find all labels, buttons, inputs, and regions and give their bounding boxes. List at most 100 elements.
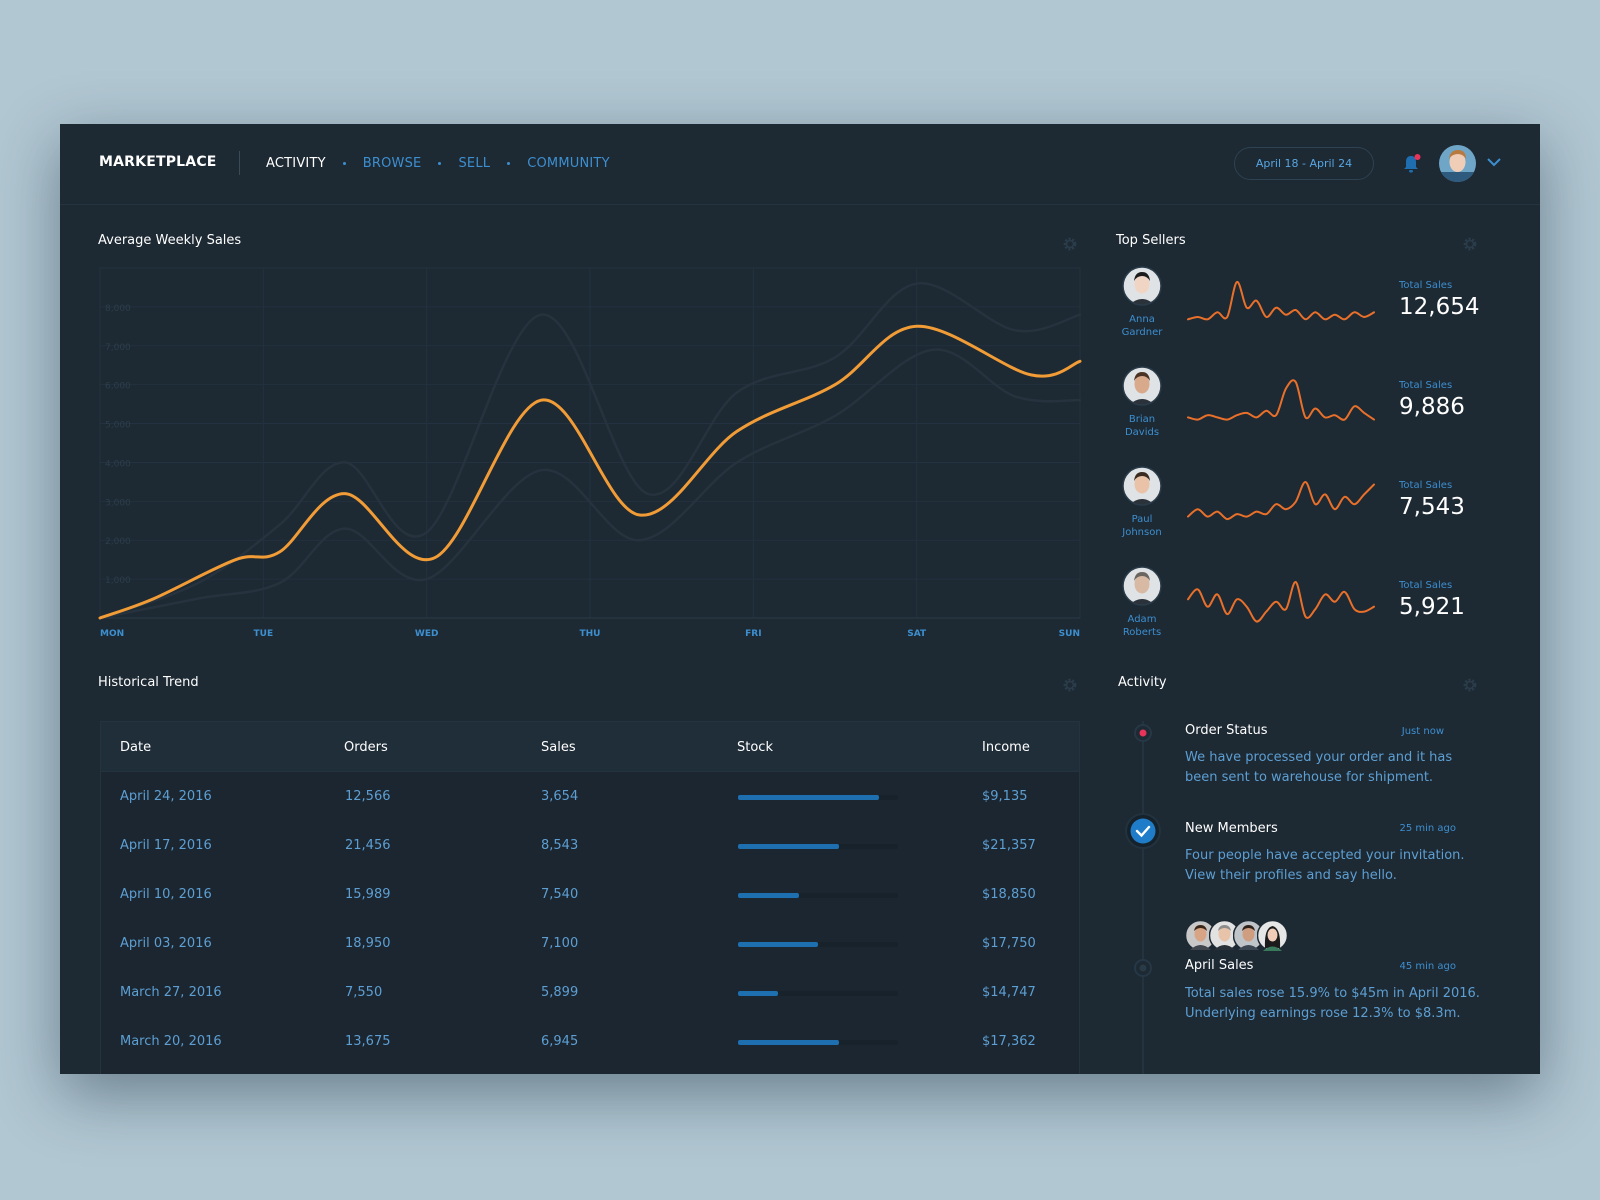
seller-last-name: Johnson <box>1122 527 1162 538</box>
y-tick-label: 3,000 <box>105 498 131 508</box>
activity-item-time: 25 min ago <box>1399 823 1456 834</box>
gear-icon[interactable] <box>1462 677 1478 693</box>
y-tick-label: 6,000 <box>105 382 131 392</box>
col-orders-header[interactable]: Orders <box>344 740 388 755</box>
cell-sales: 5,899 <box>541 985 579 1000</box>
seller-avatar[interactable] <box>1122 466 1162 506</box>
cell-sales: 7,540 <box>541 887 579 902</box>
seller-row[interactable]: Adam Roberts Total Sales 5,921 <box>1116 566 1476 654</box>
table-row[interactable]: March 27, 2016 7,550 5,899 $14,747 <box>101 968 1079 1018</box>
x-tick-label: MON <box>100 629 124 639</box>
activity-item-body: Four people have accepted your invitatio… <box>1185 848 1465 883</box>
x-tick-label: FRI <box>745 629 761 639</box>
cell-sales: 6,945 <box>541 1034 579 1049</box>
cell-orders: 18,950 <box>345 936 391 951</box>
chart-grid <box>99 267 1081 619</box>
seller-avatar[interactable] <box>1122 266 1162 306</box>
y-tick-label: 5,000 <box>105 421 131 431</box>
table-row[interactable]: April 24, 2016 12,566 3,654 $9,135 <box>101 772 1079 822</box>
stock-bar <box>738 942 898 947</box>
historical-trend-table: Date Orders Sales Stock Income April 24,… <box>100 721 1080 1074</box>
cell-date: April 17, 2016 <box>120 838 212 853</box>
total-sales-value: 5,921 <box>1399 594 1465 620</box>
col-sales-header[interactable]: Sales <box>541 740 576 755</box>
stock-bar-fill <box>738 942 818 947</box>
seller-name[interactable]: Adam Roberts <box>1116 613 1168 639</box>
y-tick-label: 2,000 <box>105 537 131 547</box>
table-row[interactable]: March 20, 2016 13,675 6,945 $17,362 <box>101 1017 1079 1067</box>
gear-icon[interactable] <box>1062 677 1078 693</box>
total-sales-label: Total Sales <box>1399 280 1453 291</box>
seller-first-name: Anna <box>1129 314 1155 325</box>
hollow-dot-icon <box>1134 959 1152 977</box>
y-tick-label: 7,000 <box>105 343 131 353</box>
cell-income: $18,850 <box>982 887 1036 902</box>
seller-first-name: Brian <box>1128 414 1156 425</box>
col-stock-header[interactable]: Stock <box>737 740 773 755</box>
seller-first-name: Paul <box>1131 514 1153 525</box>
seller-name[interactable]: Paul Johnson <box>1116 513 1168 539</box>
table-row[interactable]: April 10, 2016 15,989 7,540 $18,850 <box>101 870 1079 920</box>
x-tick-label: WED <box>415 629 439 639</box>
seller-sparkline <box>1187 280 1375 321</box>
table-row[interactable]: April 17, 2016 21,456 8,543 $21,357 <box>101 821 1079 871</box>
cell-income: $21,357 <box>982 838 1036 853</box>
new-members-avatars <box>1185 920 1295 952</box>
y-tick-label: 8,000 <box>105 304 131 314</box>
total-sales-label: Total Sales <box>1399 580 1453 591</box>
seller-row[interactable]: Paul Johnson Total Sales 7,543 <box>1116 466 1476 554</box>
cell-income: $14,747 <box>982 985 1036 1000</box>
total-sales-label: Total Sales <box>1399 480 1453 491</box>
activity-item-time: Just now <box>1401 726 1444 737</box>
seller-sparkline <box>1187 481 1375 521</box>
total-sales-value: 7,543 <box>1399 494 1465 520</box>
member-avatar[interactable] <box>1257 920 1288 951</box>
cell-date: April 10, 2016 <box>120 887 212 902</box>
cell-income: $17,750 <box>982 936 1036 951</box>
cell-date: March 20, 2016 <box>120 1034 222 1049</box>
total-sales-value: 9,886 <box>1399 394 1465 420</box>
cell-date: April 24, 2016 <box>120 789 212 804</box>
cell-date: March 27, 2016 <box>120 985 222 1000</box>
cell-orders: 12,566 <box>345 789 391 804</box>
seller-sparkline <box>1187 580 1375 623</box>
y-tick-label: 4,000 <box>105 459 131 469</box>
cell-sales: 8,543 <box>541 838 579 853</box>
seller-avatar[interactable] <box>1122 566 1162 606</box>
sparkline-path <box>1187 280 1375 321</box>
stock-bar <box>738 795 898 800</box>
total-sales-label: Total Sales <box>1399 380 1453 391</box>
table-row[interactable]: April 03, 2016 18,950 7,100 $17,750 <box>101 919 1079 969</box>
seller-last-name: Gardner <box>1121 327 1163 338</box>
top-sellers-title: Top Sellers <box>1116 233 1186 248</box>
total-sales-value: 12,654 <box>1399 294 1480 320</box>
stock-bar <box>738 893 898 898</box>
x-tick-label: SUN <box>1059 629 1080 639</box>
chart-y-axis: 1,000 2,000 3,000 4,000 5,000 6,000 7,000 8,000 <box>105 304 131 586</box>
cell-income: $9,135 <box>982 789 1028 804</box>
activity-item-body: We have processed your order and it has … <box>1185 750 1453 785</box>
activity-item-title[interactable]: April Sales <box>1185 958 1253 973</box>
activity-title: Activity <box>1118 675 1167 690</box>
activity-item-title[interactable]: Order Status <box>1185 723 1268 738</box>
activity-item-title[interactable]: New Members <box>1185 821 1278 836</box>
seller-row[interactable]: Anna Gardner Total Sales 12,654 <box>1116 266 1480 354</box>
seller-row[interactable]: Brian Davids Total Sales 9,886 <box>1116 366 1476 454</box>
check-icon <box>1125 813 1161 849</box>
activity-item-time: 45 min ago <box>1399 961 1456 972</box>
stock-bar-fill <box>738 844 839 849</box>
dashboard-window: MARKETPLACE ACTIVITY BROWSE SELL COMMUNI… <box>60 124 1540 1074</box>
seller-name[interactable]: Brian Davids <box>1116 413 1168 439</box>
timeline-line <box>1142 721 1144 1074</box>
cell-income: $17,362 <box>982 1034 1036 1049</box>
col-income-header[interactable]: Income <box>982 740 1030 755</box>
seller-name[interactable]: Anna Gardner <box>1116 313 1168 339</box>
seller-last-name: Davids <box>1124 427 1160 438</box>
cell-orders: 7,550 <box>345 985 383 1000</box>
col-date-header[interactable]: Date <box>120 740 151 755</box>
cell-orders: 15,989 <box>345 887 391 902</box>
seller-avatar[interactable] <box>1122 366 1162 406</box>
gear-icon[interactable] <box>1462 236 1478 252</box>
sparkline-path <box>1187 580 1375 623</box>
x-tick-label: TUE <box>254 629 274 639</box>
